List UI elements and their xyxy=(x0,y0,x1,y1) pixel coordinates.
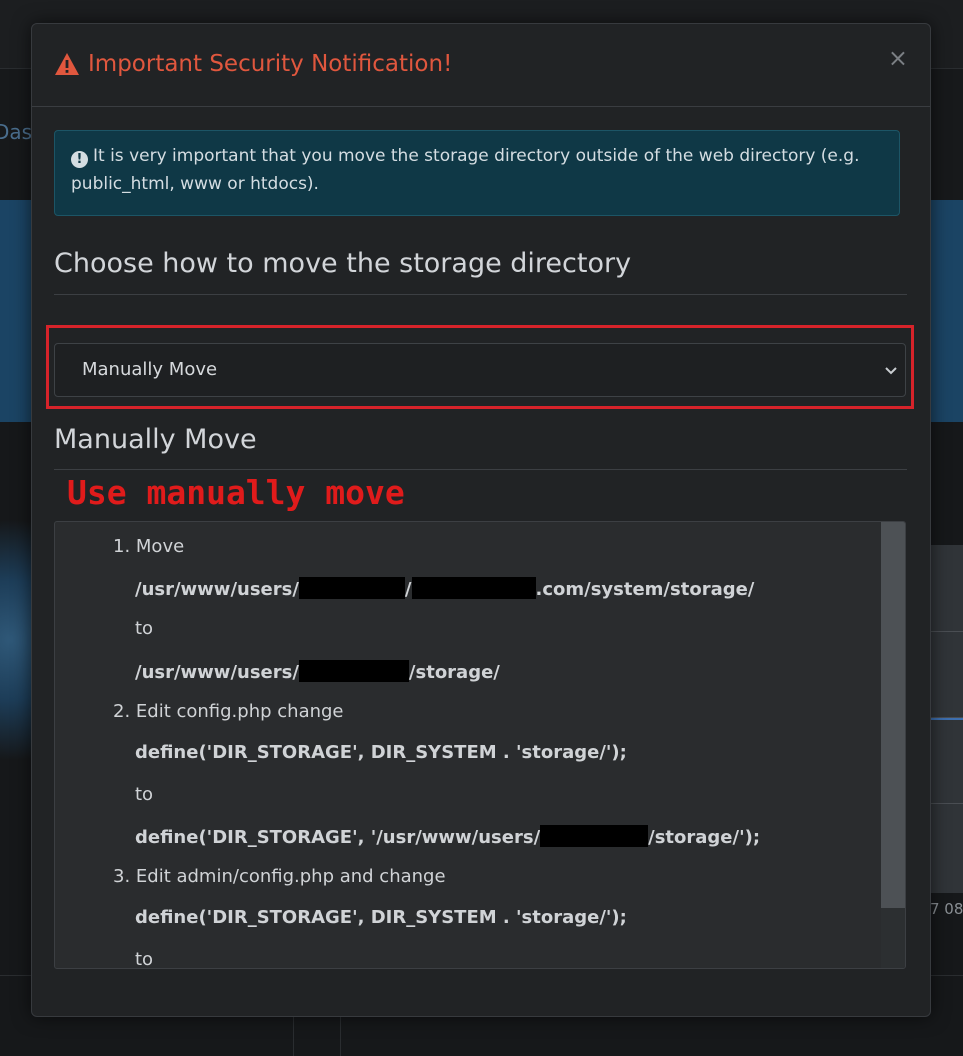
warning-triangle-icon xyxy=(55,53,79,75)
path-text: .com/system/storage/ xyxy=(535,579,755,600)
divider xyxy=(54,294,907,295)
background-divider xyxy=(340,1015,341,1056)
modal-header: Important Security Notification! × xyxy=(32,24,930,107)
modal-title-text: Important Security Notification! xyxy=(88,51,453,77)
background-chart xyxy=(929,545,963,893)
divider xyxy=(54,469,907,470)
background-divider xyxy=(293,1015,294,1056)
step-3-to: to xyxy=(135,949,154,969)
step-1-target-path: /usr/www/users/ /storage/ xyxy=(135,660,500,683)
step-1-source-path: /usr/www/users/ / .com/system/storage/ xyxy=(135,577,754,600)
info-alert: ! It is very important that you move the … xyxy=(54,130,900,216)
choose-heading: Choose how to move the storage directory xyxy=(54,248,632,279)
close-button[interactable]: × xyxy=(888,46,908,70)
instructions-scrollbox[interactable]: 1. Move /usr/www/users/ / .com/system/stor… xyxy=(54,521,906,969)
redacted-block xyxy=(540,825,649,847)
annotation-text: Use manually move xyxy=(67,473,405,512)
path-text: /usr/www/users/ xyxy=(135,662,299,683)
security-notification-modal: Important Security Notification! × ! It i… xyxy=(31,23,931,1017)
redacted-block xyxy=(411,577,536,599)
step-2-new-code: define('DIR_STORAGE', '/usr/www/users/ /s… xyxy=(135,825,760,848)
scrollbar-track[interactable] xyxy=(881,522,905,968)
step-2-original-code: define('DIR_STORAGE', DIR_SYSTEM . 'stor… xyxy=(135,742,627,763)
step-3-label: 3. Edit admin/config.php and change xyxy=(113,866,446,887)
manual-move-heading: Manually Move xyxy=(54,424,257,455)
step-2-to: to xyxy=(135,784,154,805)
step-1-to: to xyxy=(135,618,154,639)
code-text: define('DIR_STORAGE', '/usr/www/users/ xyxy=(135,827,541,848)
chevron-down-icon xyxy=(885,367,897,375)
move-method-select[interactable]: Manually Move xyxy=(54,343,906,397)
exclamation-circle-icon: ! xyxy=(71,151,88,168)
background-chart-ticks: 7 08 xyxy=(930,900,963,918)
modal-title: Important Security Notification! xyxy=(54,51,452,77)
step-3-original-code: define('DIR_STORAGE', DIR_SYSTEM . 'stor… xyxy=(135,907,627,928)
path-text: /storage/ xyxy=(408,662,500,683)
redacted-block xyxy=(298,577,405,599)
step-2-label: 2. Edit config.php change xyxy=(113,701,344,722)
scrollbar-thumb[interactable] xyxy=(881,522,905,908)
info-alert-text: It is very important that you move the s… xyxy=(71,146,860,194)
code-text: /storage/'); xyxy=(648,827,761,848)
step-1-label: 1. Move xyxy=(113,536,185,557)
path-text: / xyxy=(404,579,412,600)
select-value: Manually Move xyxy=(82,359,218,380)
redacted-block xyxy=(298,660,409,682)
path-text: /usr/www/users/ xyxy=(135,579,299,600)
